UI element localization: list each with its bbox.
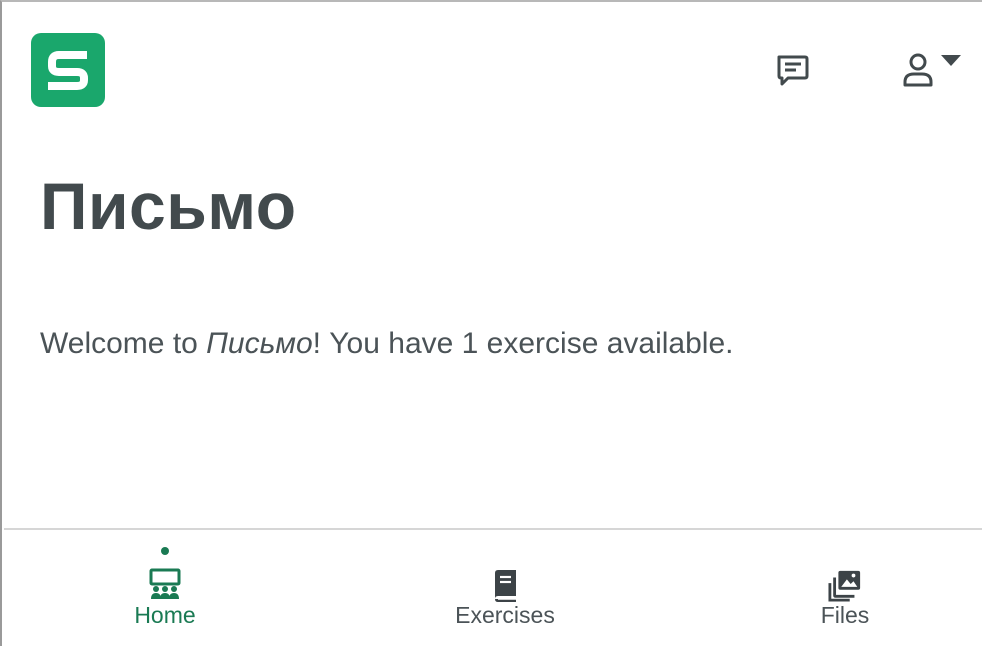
feedback-icon — [777, 55, 809, 86]
account-menu-button[interactable] — [900, 48, 964, 92]
app-window: Письмо Welcome to Письмо! You have 1 exe… — [0, 0, 982, 650]
classroom-icon — [148, 568, 182, 602]
images-icon — [828, 568, 862, 602]
feedback-button[interactable] — [770, 48, 814, 92]
bottom-navigation: Home Exercises Files — [4, 528, 982, 650]
active-indicator-dot — [161, 547, 169, 555]
book-icon — [488, 568, 522, 602]
nav-item-home[interactable]: Home — [65, 530, 265, 648]
welcome-prefix: Welcome to — [40, 327, 207, 360]
logo-s-icon — [48, 51, 88, 90]
nav-label-files: Files — [820, 602, 870, 628]
welcome-course-name: Письмо — [206, 327, 313, 360]
account-icon — [903, 53, 933, 87]
nav-label-home: Home — [134, 602, 196, 628]
nav-label-exercises: Exercises — [455, 602, 555, 628]
nav-item-exercises[interactable]: Exercises — [405, 530, 605, 648]
app-logo[interactable] — [31, 33, 105, 107]
caret-down-icon — [941, 55, 961, 66]
welcome-suffix: ! You have 1 exercise available. — [312, 327, 734, 360]
nav-item-files[interactable]: Files — [745, 530, 945, 648]
page-title: Письмо — [40, 169, 297, 243]
welcome-message: Welcome to Письмо! You have 1 exercise a… — [40, 324, 733, 363]
